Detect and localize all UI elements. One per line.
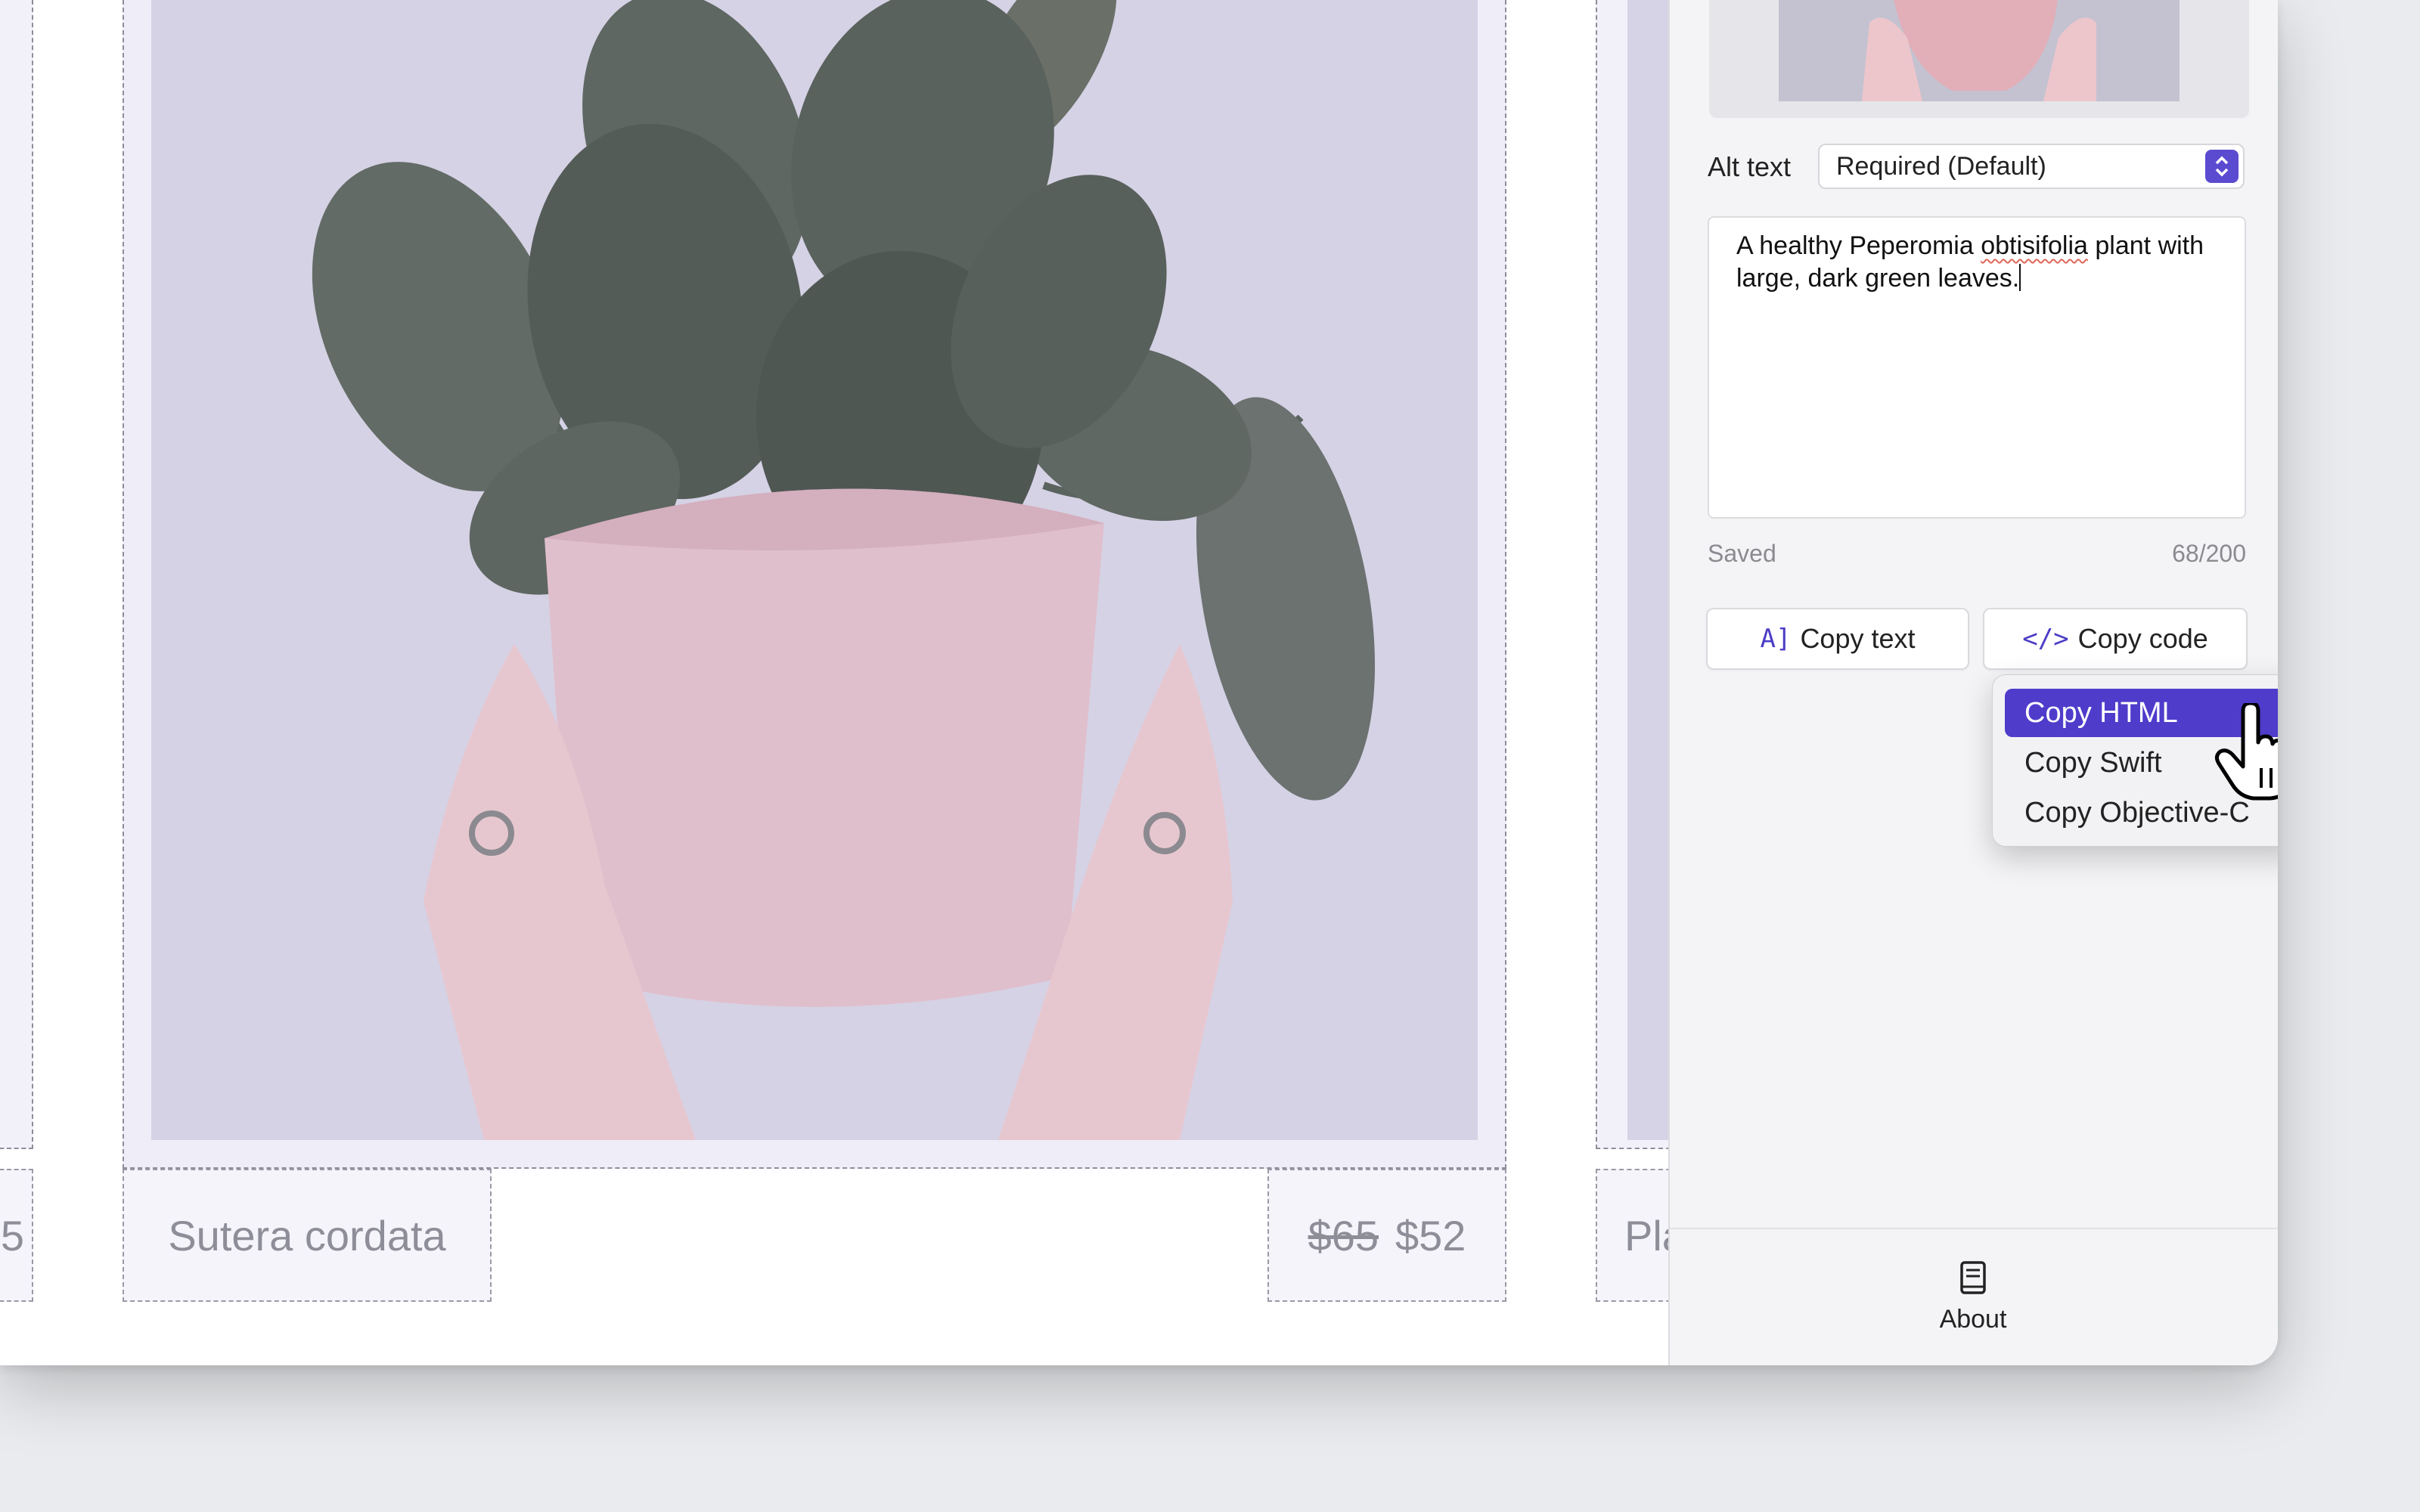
text-cursor-icon: A] (1760, 624, 1792, 654)
right-card-photo (1627, 0, 1668, 1140)
right-card-label[interactable]: Pla (1596, 1169, 1668, 1302)
text-caret (2019, 264, 2021, 291)
alt-text-label: Alt text (1708, 151, 1792, 182)
copy-code-label: Copy code (2077, 623, 2208, 654)
new-price-text: $52 (1395, 1211, 1466, 1259)
about-label: About (1939, 1305, 2007, 1334)
product-price-label[interactable]: $65 $52 (1267, 1169, 1506, 1302)
old-price-text: $65 (1308, 1211, 1379, 1259)
alt-text-select-value: Required (Default) (1836, 152, 2046, 181)
about-section: About (1668, 1228, 2278, 1365)
copy-code-button[interactable]: </> Copy code (1983, 608, 2248, 670)
product-photo (151, 0, 1478, 1140)
app-window: 5 Sutera cordata $65 $52 Pl Alt text Req… (0, 0, 2278, 1365)
left-card-label[interactable]: 5 (0, 1169, 33, 1302)
right-card-image[interactable] (1596, 0, 1668, 1149)
product-name-text: Sutera cordata (168, 1211, 446, 1259)
left-card-image[interactable] (0, 0, 33, 1149)
pointer-hand-cursor-icon (2214, 703, 2278, 801)
alt-text-description-field[interactable]: A healthy Peperomia obtisifolia plant wi… (1708, 216, 2246, 519)
thumbnail-photo-illustration (1779, 0, 2180, 101)
product-name-label[interactable]: Sutera cordata (123, 1169, 492, 1302)
thumbnail-frame (1709, 0, 2249, 118)
alt-text-select[interactable]: Required (Default) (1818, 144, 2245, 189)
description-text-part1: A healthy Peperomia (1736, 231, 1981, 260)
save-status: Saved (1708, 540, 1776, 567)
misspelled-word: obtisifolia (1981, 231, 2088, 260)
copy-text-button[interactable]: A] Copy text (1706, 608, 1969, 670)
chevron-updown-icon (2205, 150, 2238, 183)
selected-product-image-frame[interactable] (123, 0, 1506, 1169)
product-canvas: 5 Sutera cordata $65 $52 Pl (0, 0, 1668, 1365)
code-brackets-icon: </> (2022, 624, 2069, 654)
character-count: 68/200 (2172, 540, 2246, 567)
about-button[interactable]: About (1668, 1259, 2278, 1334)
thumbnail-image (1779, 0, 2180, 101)
left-card-label-text: 5 (0, 1211, 24, 1259)
book-icon (1960, 1261, 1986, 1294)
right-card-label-text: Pla (1624, 1211, 1668, 1259)
copy-text-label: Copy text (1800, 623, 1916, 654)
plant-photo-illustration (151, 0, 1478, 1140)
